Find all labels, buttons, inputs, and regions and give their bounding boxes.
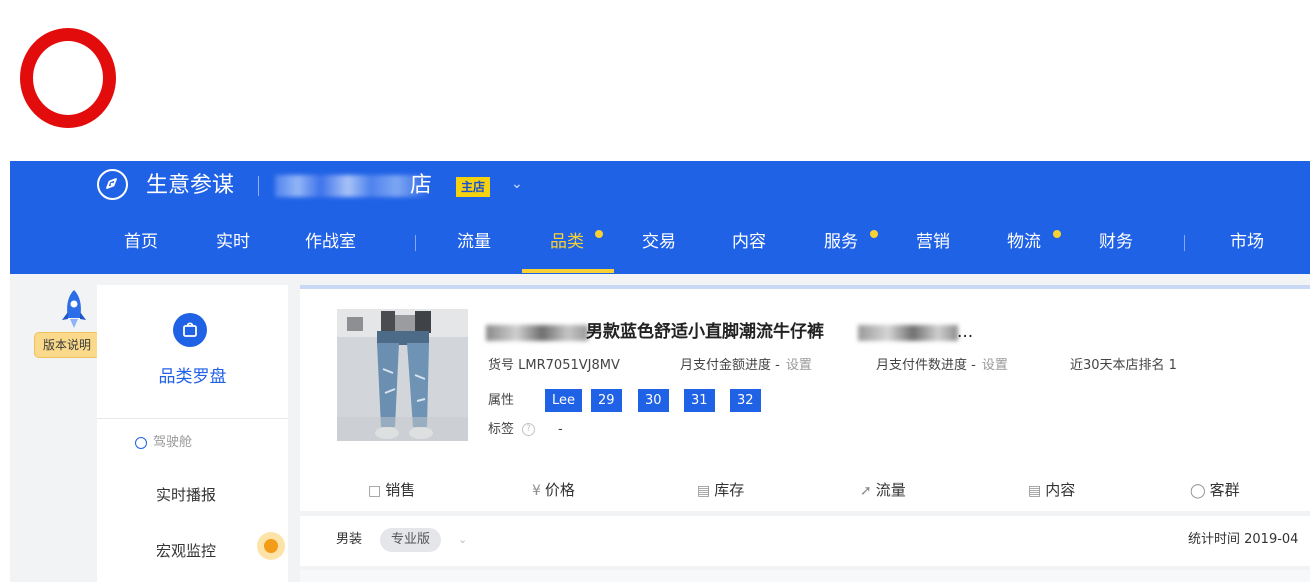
sku-value: LMR7051VJ8MV [518, 358, 620, 373]
product-image[interactable] [337, 309, 468, 441]
title-redacted-suffix [858, 325, 958, 341]
nav-home[interactable]: 首页 [124, 229, 158, 255]
steering-wheel-icon [135, 437, 147, 449]
tab-content[interactable]: ▤ 内容 [1028, 479, 1075, 502]
line-chart-icon: ➚ [860, 483, 872, 499]
attribute-tag[interactable]: 30 [638, 389, 669, 412]
nav-divider [415, 235, 416, 251]
product-title[interactable]: 男款蓝色舒适小直脚潮流牛仔裤 [586, 319, 824, 345]
monthly-count-progress: 月支付件数进度 - 设置 [876, 357, 1008, 375]
nav-market[interactable]: 市场 [1230, 229, 1264, 255]
attribute-tag[interactable]: 32 [730, 389, 761, 412]
shop-rank: 近30天本店排名 1 [1070, 358, 1177, 373]
tab-traffic[interactable]: ➚ 流量 [860, 479, 906, 502]
shop-name[interactable]: 店 [410, 171, 432, 201]
tab-label: 库存 [714, 481, 745, 499]
tab-audience[interactable]: ◯ 客群 [1190, 479, 1240, 502]
category-selector[interactable]: 男装 [336, 530, 362, 550]
chevron-down-icon[interactable]: ⌄ [511, 174, 523, 194]
warehouse-icon: ▤ [697, 483, 711, 499]
sidebar: 品类罗盘 驾驶舱 实时播报 宏观监控 [97, 285, 288, 582]
bottom-strip [300, 570, 1310, 582]
nav-category[interactable]: 品类 [550, 229, 584, 255]
tab-label: 客群 [1209, 481, 1240, 499]
product-card: 男款蓝色舒适小直脚潮流牛仔裤 ... 货号 LMR7051VJ8MV 月支付金额… [300, 285, 1310, 511]
app-name[interactable]: 生意参谋 [146, 171, 234, 201]
bag-icon: □ [368, 483, 382, 499]
attribute-label: 属性 [488, 393, 515, 408]
attribute-tag[interactable]: 29 [591, 389, 622, 412]
nav-content[interactable]: 内容 [732, 229, 766, 255]
tab-label: 价格 [544, 481, 575, 499]
users-icon: ◯ [1190, 483, 1206, 499]
tag-value: - [558, 422, 563, 437]
stat-time: 统计时间 2019-04 [1188, 532, 1299, 547]
nav-service[interactable]: 服务 [824, 229, 858, 255]
nav-trade[interactable]: 交易 [642, 229, 676, 255]
edition-badge[interactable]: 专业版 [380, 528, 442, 552]
help-icon[interactable]: ? [522, 423, 535, 436]
filter-bar: 男装 专业版 ⌄ 统计时间 2019-04 [300, 516, 1310, 566]
attribute-tag[interactable]: Lee [545, 389, 583, 412]
top-header: 生意参谋 店 主店 ⌄ 首页 实时 作战室 流量 品类 交易 内容 服务 营销 … [10, 161, 1310, 274]
nav-marketing[interactable]: 营销 [916, 229, 950, 255]
tab-label: 流量 [875, 481, 906, 499]
document-icon: ▤ [1028, 483, 1042, 499]
sidebar-section-cockpit[interactable]: 驾驶舱 [153, 434, 192, 452]
sidebar-item-realtime-report[interactable]: 实时播报 [156, 484, 216, 506]
shopping-bag-icon [173, 313, 207, 347]
tab-price[interactable]: ¥ 价格 [532, 479, 575, 502]
nav-category-dot [595, 230, 603, 238]
monthly-amount-progress: 月支付金额进度 - 设置 [680, 357, 812, 375]
product-title-ellipsis: ... [957, 322, 974, 342]
tab-label: 内容 [1045, 481, 1076, 499]
shop-name-redacted [275, 175, 427, 197]
sidebar-title[interactable]: 品类罗盘 [97, 365, 288, 389]
tag-label: 标签 [488, 422, 515, 437]
version-notes-badge[interactable]: 版本说明 [34, 332, 101, 358]
yen-icon: ¥ [532, 483, 541, 499]
compass-logo-icon [97, 169, 128, 200]
header-divider [258, 176, 259, 196]
title-redacted-prefix [486, 325, 588, 341]
tab-inventory[interactable]: ▤ 库存 [697, 479, 744, 502]
attribute-tag[interactable]: 31 [684, 389, 715, 412]
sidebar-item-macro-monitor[interactable]: 宏观监控 [156, 540, 216, 562]
monthly-amount-label: 月支付金额进度 - [680, 358, 780, 373]
product-sku: 货号 LMR7051VJ8MV [488, 357, 620, 375]
nav-active-underline [522, 269, 614, 273]
sidebar-divider [97, 418, 288, 419]
monthly-count-label: 月支付件数进度 - [876, 358, 976, 373]
nav-divider [1184, 235, 1185, 251]
sku-label: 货号 [488, 358, 515, 373]
tab-label: 销售 [385, 481, 416, 499]
tab-sales[interactable]: □ 销售 [368, 479, 415, 502]
notification-dot[interactable] [264, 539, 278, 553]
rocket-icon[interactable] [59, 288, 89, 332]
nav-service-dot [870, 230, 878, 238]
monthly-amount-set-link[interactable]: 设置 [786, 358, 812, 373]
monthly-count-set-link[interactable]: 设置 [982, 358, 1008, 373]
main-shop-badge: 主店 [456, 177, 491, 197]
nav-logistics-dot [1053, 230, 1061, 238]
screenshot: 生意参谋 店 主店 ⌄ 首页 实时 作战室 流量 品类 交易 内容 服务 营销 … [0, 0, 1310, 582]
nav-finance[interactable]: 财务 [1099, 229, 1133, 255]
nav-traffic[interactable]: 流量 [457, 229, 491, 255]
nav-logistics[interactable]: 物流 [1007, 229, 1041, 255]
nav-realtime[interactable]: 实时 [216, 229, 250, 255]
red-circle-annotation [20, 28, 116, 128]
chevron-down-icon[interactable]: ⌄ [458, 530, 467, 550]
nav-war-room[interactable]: 作战室 [305, 229, 356, 255]
